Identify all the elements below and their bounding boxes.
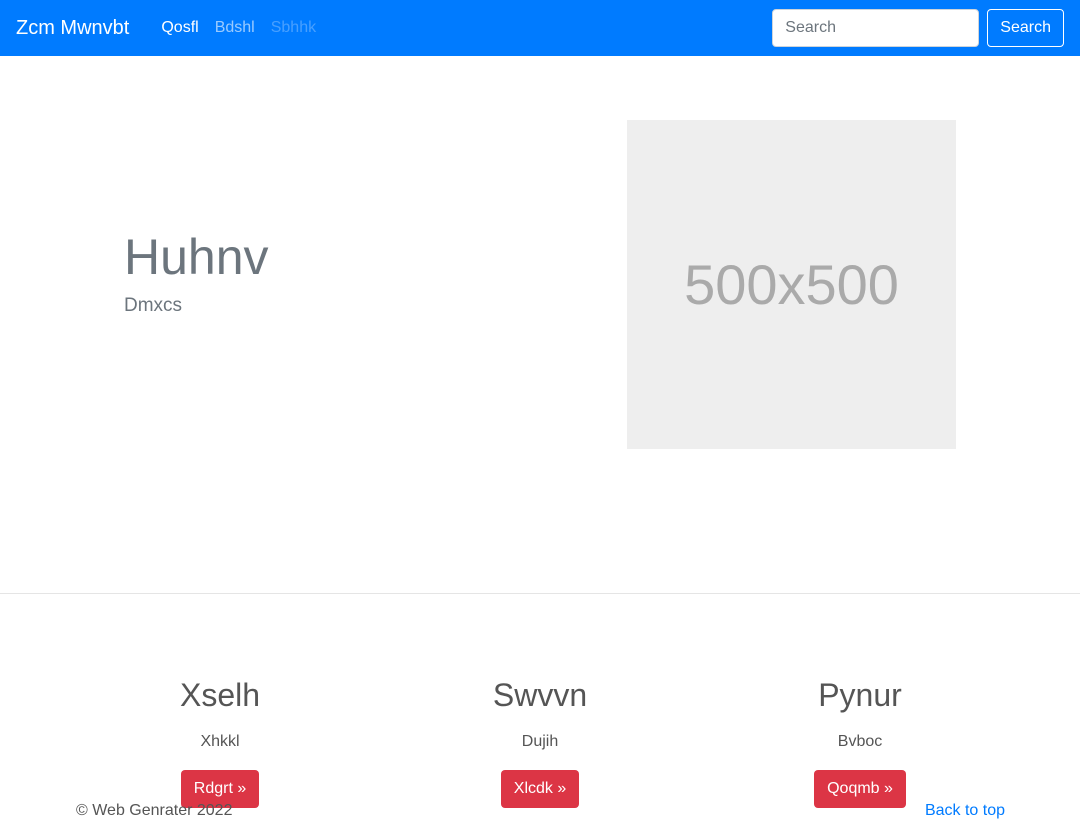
placeholder-image-text: 500x500 [684, 253, 899, 316]
feature-column-1: Xselh Xhkkl Rdgrt » [90, 676, 350, 808]
hero-placeholder-image: 500x500 [627, 120, 956, 449]
search-input[interactable] [772, 9, 980, 47]
feature-button-xlcdk[interactable]: Xlcdk » [500, 770, 580, 808]
footer-copyright: © Web Genrater 2022 [76, 802, 233, 819]
back-to-top-link[interactable]: Back to top [925, 802, 1005, 820]
hero-title: Huhnv [124, 229, 269, 285]
nav-link-qosfl[interactable]: Qosfl [153, 19, 206, 37]
feature-column-3: Pynur Bvboc Qoqmb » [730, 676, 990, 808]
nav-link-sbhhk: Sbhhk [270, 19, 317, 36]
hero-subtitle: Dmxcs [124, 295, 183, 316]
brand-link[interactable]: Zcm Mwnvbt [16, 17, 129, 40]
feature-title: Xselh [179, 677, 261, 713]
nav-links: Qosfl Bdshl Sbhhk [153, 19, 324, 37]
feature-text: Bvboc [837, 733, 883, 750]
section-divider [0, 593, 1080, 594]
feature-text: Dujih [521, 733, 559, 750]
feature-title: Pynur [818, 677, 902, 713]
feature-column-2: Swvvn Dujih Xlcdk » [410, 676, 670, 808]
search-form: Search [772, 9, 1064, 47]
search-button[interactable]: Search [987, 9, 1064, 47]
feature-text: Xhkkl [200, 733, 240, 750]
nav-link-bdshl[interactable]: Bdshl [207, 19, 263, 37]
feature-title: Swvvn [492, 677, 588, 713]
navbar: Zcm Mwnvbt Qosfl Bdshl Sbhhk Search [0, 0, 1080, 56]
feature-button-qoqmb[interactable]: Qoqmb » [814, 770, 906, 808]
